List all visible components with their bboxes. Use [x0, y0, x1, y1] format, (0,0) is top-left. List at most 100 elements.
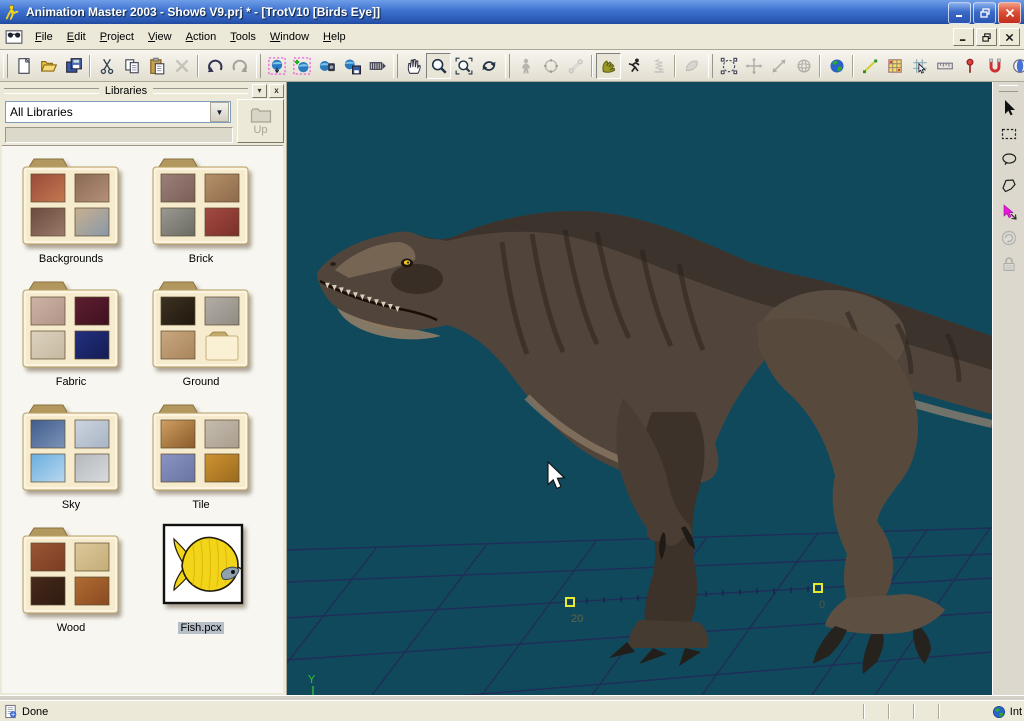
redo-button — [227, 53, 252, 79]
3d-viewport-birds-eye[interactable]: 20 0 Y — [287, 82, 992, 695]
panel-menu-button[interactable]: ▾ — [252, 84, 267, 98]
toolbar-grip[interactable] — [505, 54, 510, 78]
scale-button — [766, 53, 791, 79]
library-item-tile[interactable]: Tile — [143, 400, 259, 511]
select-arrow-tool-button[interactable] — [997, 96, 1021, 120]
menu-view[interactable]: View — [141, 28, 179, 46]
library-filter-combobox[interactable]: All Libraries ▼ — [5, 101, 231, 123]
libraries-title: Libraries — [103, 85, 149, 97]
copy-button[interactable] — [119, 53, 144, 79]
toolbar-grip[interactable] — [708, 54, 713, 78]
combobox-value: All Libraries — [6, 105, 210, 119]
save-render-button[interactable] — [339, 53, 364, 79]
chevron-down-icon[interactable]: ▼ — [210, 102, 229, 122]
new-document-button[interactable] — [11, 53, 36, 79]
bound-manipulator-button[interactable] — [716, 53, 741, 79]
pin-button[interactable] — [957, 53, 982, 79]
library-item-backgrounds[interactable]: Backgrounds — [13, 154, 129, 265]
menu-edit[interactable]: Edit — [60, 28, 93, 46]
library-item-label: Fabric — [53, 376, 90, 388]
muscle-icon — [600, 57, 618, 75]
copy-icon — [123, 57, 141, 75]
undo-icon — [206, 57, 224, 75]
library-item-ground[interactable]: Ground — [143, 277, 259, 388]
mdi-close-button[interactable] — [999, 28, 1020, 46]
menu-project[interactable]: Project — [93, 28, 141, 46]
polygon-lasso-tool-button[interactable] — [997, 174, 1021, 198]
preview-animation-button[interactable] — [364, 53, 389, 79]
menu-label: dit — [74, 31, 86, 43]
undo-button[interactable] — [202, 53, 227, 79]
panel-close-button[interactable]: x — [269, 84, 284, 98]
save-all-button[interactable] — [61, 53, 86, 79]
menu-tools[interactable]: Tools — [223, 28, 263, 46]
snap-to-grid-button[interactable] — [907, 53, 932, 79]
pose-sliders-button — [679, 53, 704, 79]
mdi-restore-button[interactable] — [976, 28, 997, 46]
svg-text:Y: Y — [308, 673, 315, 687]
toolbar-grip[interactable] — [256, 54, 261, 78]
header-groove — [4, 88, 99, 94]
turn-button[interactable] — [476, 53, 501, 79]
key-options-button[interactable] — [882, 53, 907, 79]
trex-model[interactable] — [317, 211, 992, 674]
open-project-button[interactable] — [36, 53, 61, 79]
delete-icon — [173, 57, 191, 75]
toolbar-grip[interactable] — [393, 54, 398, 78]
library-item-fish-pcx[interactable]: Fish.pcx — [143, 523, 259, 634]
restore-button[interactable] — [973, 2, 996, 24]
folder-icon — [143, 277, 259, 373]
toolbar-grip[interactable] — [3, 54, 8, 78]
mdi-minimize-button[interactable] — [953, 28, 974, 46]
lasso-icon — [999, 150, 1019, 170]
cut-button[interactable] — [94, 53, 119, 79]
menu-action[interactable]: Action — [179, 28, 224, 46]
render-lock-icon — [268, 57, 286, 75]
toolbar-group-standard — [2, 53, 252, 79]
move-hand-button[interactable] — [401, 53, 426, 79]
skeletal-icon — [625, 57, 643, 75]
skeletal-button[interactable] — [621, 53, 646, 79]
rect-marquee-tool-button[interactable] — [997, 122, 1021, 146]
muscle-button[interactable] — [596, 53, 621, 79]
ruler-button[interactable] — [932, 53, 957, 79]
preview-animation-icon — [368, 57, 386, 75]
library-item-brick[interactable]: Brick — [143, 154, 259, 265]
accel-letter: E — [67, 31, 74, 43]
main-toolbar: A — [0, 50, 1024, 82]
cut-icon — [98, 57, 116, 75]
paste-button[interactable] — [144, 53, 169, 79]
header-groove — [153, 88, 248, 94]
palette-grip[interactable] — [999, 85, 1018, 92]
folder-icon — [143, 154, 259, 250]
status-separator — [863, 704, 865, 719]
spline-guide-button[interactable] — [857, 53, 882, 79]
group-select-tool-button[interactable] — [997, 200, 1021, 224]
mirror-mode-button[interactable] — [1007, 53, 1024, 79]
minimize-button[interactable] — [948, 2, 971, 24]
render-lock-button[interactable] — [264, 53, 289, 79]
up-folder-button[interactable]: Up — [237, 99, 284, 143]
zoom-button[interactable] — [426, 53, 451, 79]
close-button[interactable] — [998, 2, 1021, 24]
status-separator — [888, 704, 890, 719]
delete-button — [169, 53, 194, 79]
library-item-fabric[interactable]: Fabric — [13, 277, 129, 388]
quick-render-button[interactable] — [289, 53, 314, 79]
character-button — [513, 53, 538, 79]
menu-help[interactable]: Help — [316, 28, 353, 46]
lasso-tool-button[interactable] — [997, 148, 1021, 172]
magnet-mode-button[interactable] — [982, 53, 1007, 79]
libraries-header[interactable]: Libraries ▾ x — [0, 82, 286, 99]
toolbar-group-render — [255, 53, 389, 79]
menu-window[interactable]: Window — [263, 28, 316, 46]
mouse-cursor — [548, 462, 564, 488]
zoom-to-fit-button[interactable] — [451, 53, 476, 79]
world-space-button[interactable] — [824, 53, 849, 79]
window-title: Animation Master 2003 - Show6 V9.prj * -… — [26, 5, 380, 19]
menu-file[interactable]: File — [28, 28, 60, 46]
library-item-wood[interactable]: Wood — [13, 523, 129, 634]
render-movie-button[interactable] — [314, 53, 339, 79]
app-icon — [4, 4, 21, 21]
library-item-sky[interactable]: Sky — [13, 400, 129, 511]
